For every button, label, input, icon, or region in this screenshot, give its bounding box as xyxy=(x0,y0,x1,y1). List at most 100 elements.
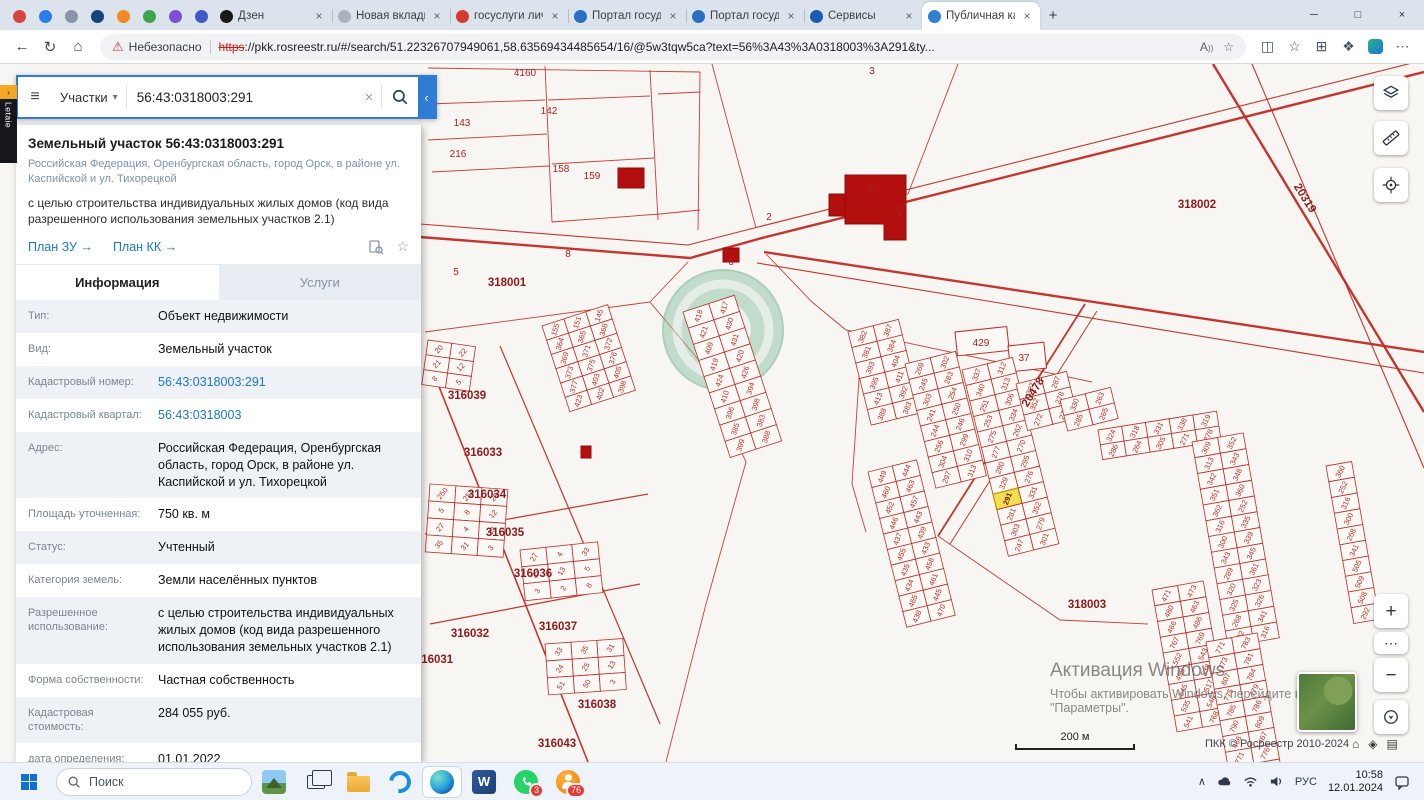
measure-button[interactable] xyxy=(1374,121,1408,155)
zoom-out-icon: − xyxy=(1385,664,1397,686)
locate-button[interactable] xyxy=(1374,700,1408,734)
url-divider xyxy=(209,39,211,54)
extension-side-tab[interactable]: › Letaie xyxy=(0,85,17,163)
extensions-icon[interactable]: ❖ xyxy=(1335,33,1362,60)
notifications-icon[interactable] xyxy=(1394,774,1410,790)
zoom-more-button[interactable]: ⋯ xyxy=(1374,632,1408,654)
map-image-icon[interactable]: ▤ xyxy=(1386,737,1397,751)
pinned-tab-2[interactable] xyxy=(32,2,58,30)
maximize-button[interactable]: □ xyxy=(1336,0,1380,30)
bookmark-star-icon[interactable]: ☆ xyxy=(1223,40,1234,54)
info-row-value-link[interactable]: 56:43:0318003:291 xyxy=(154,366,421,399)
widgets-icon xyxy=(262,769,286,794)
identify-button[interactable] xyxy=(1374,168,1408,202)
widgets-button[interactable] xyxy=(254,766,294,798)
file-explorer-button[interactable] xyxy=(338,766,378,798)
security-warning-icon[interactable]: ⚠ xyxy=(112,39,124,55)
minimize-button[interactable]: ─ xyxy=(1292,0,1336,30)
volume-icon[interactable] xyxy=(1269,774,1284,789)
pinned-tab-6-icon xyxy=(142,9,156,23)
taskbar-search[interactable]: Поиск xyxy=(56,767,252,796)
read-aloud-icon[interactable]: A)) xyxy=(1200,40,1213,54)
pinned-tab-7-icon xyxy=(168,9,182,23)
tab-close-icon[interactable]: × xyxy=(430,9,444,23)
overview-minimap[interactable] xyxy=(1297,672,1357,732)
language-indicator[interactable]: РУС xyxy=(1295,776,1317,788)
browser-tab[interactable]: Дзен × xyxy=(214,2,332,30)
tab-close-icon[interactable]: × xyxy=(548,9,562,23)
task-view-button[interactable] xyxy=(296,766,336,798)
map-home-icon[interactable]: ⌂ xyxy=(1352,737,1359,751)
browser-tab[interactable]: Сервисы × xyxy=(804,2,922,30)
tab-close-icon[interactable]: × xyxy=(666,9,680,23)
word-button[interactable]: W xyxy=(464,766,504,798)
collections-icon[interactable]: ⊞ xyxy=(1308,33,1335,60)
edge-button[interactable] xyxy=(422,765,462,798)
doc-preview-icon[interactable] xyxy=(368,239,384,255)
pinned-tab-3[interactable] xyxy=(58,2,84,30)
close-button[interactable]: × xyxy=(1380,0,1424,30)
area-label: 37 xyxy=(1018,353,1030,364)
refresh-button[interactable]: ↻ xyxy=(36,33,64,61)
split-screen-icon[interactable]: ◫ xyxy=(1254,33,1281,60)
parcel-cluster: 20 2221 128 5 xyxy=(421,339,476,392)
plan-kk-link[interactable]: План КК → xyxy=(113,240,177,254)
search-category-label: Участки xyxy=(60,89,108,105)
favorites-icon[interactable]: ☆ xyxy=(1281,33,1308,60)
browser-tab[interactable]: Портал госуда... × xyxy=(568,2,686,30)
tab-information[interactable]: Информация xyxy=(16,265,219,301)
tab-close-icon[interactable]: × xyxy=(784,9,798,23)
search-input[interactable] xyxy=(126,89,357,105)
crosshair-icon xyxy=(1382,176,1400,194)
pinned-tab-8[interactable] xyxy=(188,2,214,30)
back-button[interactable]: ← xyxy=(8,33,36,61)
tab-close-icon[interactable]: × xyxy=(902,9,916,23)
browser-essentials-icon[interactable] xyxy=(1362,33,1389,60)
settings-more-icon[interactable]: ⋯ xyxy=(1389,33,1416,60)
zoom-out-button[interactable]: − xyxy=(1374,658,1408,692)
browser-tab[interactable]: Новая вкладк... × xyxy=(332,2,450,30)
info-row-value: 750 кв. м xyxy=(158,507,210,522)
zoom-in-button[interactable]: + xyxy=(1374,594,1408,628)
task-view-icon xyxy=(307,769,332,789)
menu-icon[interactable]: ≡ xyxy=(18,88,52,106)
orange-app-button[interactable]: 76 xyxy=(548,766,588,798)
pinned-tab-5[interactable] xyxy=(110,2,136,30)
pinned-tab-4[interactable] xyxy=(84,2,110,30)
home-button[interactable]: ⌂ xyxy=(64,33,92,61)
pinned-tab-1[interactable] xyxy=(6,2,32,30)
collapse-panel-button[interactable]: ‹ xyxy=(418,77,435,117)
tab-close-icon[interactable]: × xyxy=(1020,9,1034,23)
browser-tab[interactable]: госуслуги лич... × xyxy=(450,2,568,30)
start-button[interactable] xyxy=(12,766,46,798)
folder-icon xyxy=(346,771,370,792)
plan-zu-link[interactable]: План ЗУ → xyxy=(28,240,93,254)
clear-search-icon[interactable]: × xyxy=(357,89,381,106)
search-category-dropdown[interactable]: Участки ▾ xyxy=(52,90,126,105)
info-row-label: дата определения: xyxy=(28,753,125,762)
search-button[interactable] xyxy=(382,88,418,106)
new-tab-button[interactable]: + xyxy=(1040,2,1066,28)
security-warning-text[interactable]: Небезопасно xyxy=(129,40,202,54)
whatsapp-button[interactable]: 3 xyxy=(506,766,546,798)
network-icon[interactable] xyxy=(1243,774,1258,789)
info-rows: Тип: Объект недвижимости Вид: Земельный уча… xyxy=(16,300,421,762)
map-marker-icon[interactable]: ◈ xyxy=(1368,737,1377,751)
info-row-label: Площадь уточненная: xyxy=(28,508,141,521)
onedrive-cloud-icon[interactable] xyxy=(1217,774,1232,789)
taskbar-search-icon xyxy=(68,776,80,788)
pinned-tab-6[interactable] xyxy=(136,2,162,30)
info-row-value-link[interactable]: 56:43:0318003 xyxy=(154,399,421,432)
tab-close-icon[interactable]: × xyxy=(312,9,326,23)
photos-app-button[interactable] xyxy=(380,766,420,798)
map-attribution: ПКК © Росреестр 2010-2024 xyxy=(1205,738,1350,750)
tray-expand-icon[interactable]: ∧ xyxy=(1198,775,1206,788)
browser-tab[interactable]: Портал госуда... × xyxy=(686,2,804,30)
layers-button[interactable] xyxy=(1374,76,1408,110)
pinned-tab-7[interactable] xyxy=(162,2,188,30)
url-field[interactable]: ⚠ Небезопасно https ://pkk.rosreestr.ru/… xyxy=(100,33,1246,60)
favorite-star-icon[interactable]: ☆ xyxy=(396,238,409,255)
browser-tab[interactable]: Публичная ка... × xyxy=(922,2,1040,30)
tab-services[interactable]: Услуги xyxy=(218,265,421,301)
clock[interactable]: 10:58 12.01.2024 xyxy=(1328,769,1383,795)
